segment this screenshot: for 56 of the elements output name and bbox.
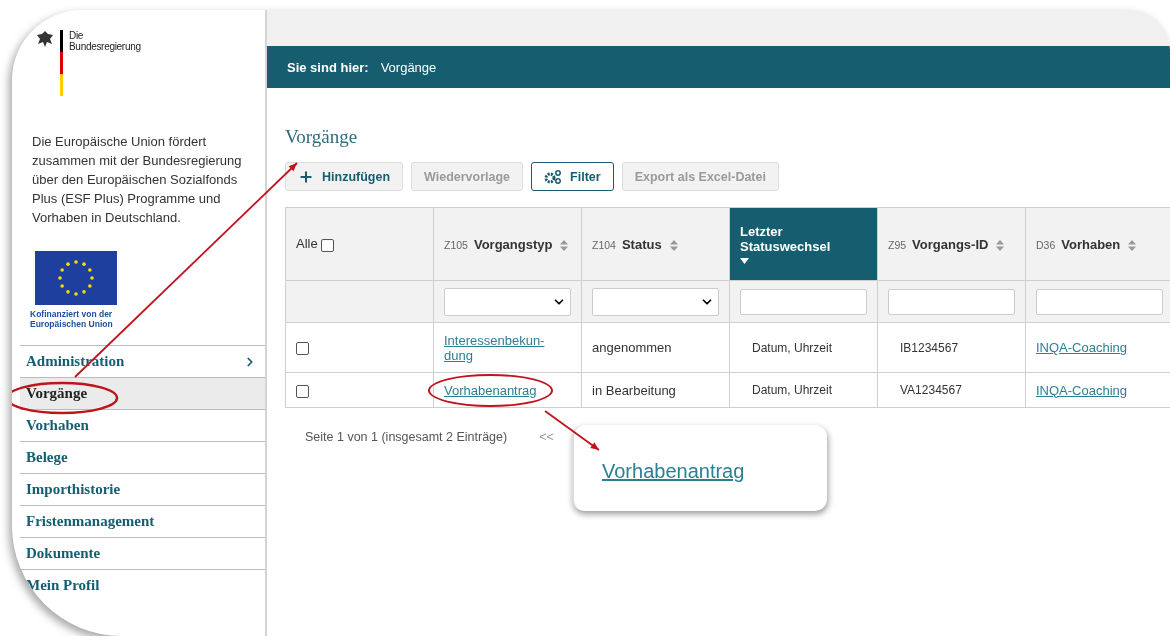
logo-text: Die Bundesregierung bbox=[69, 30, 141, 52]
table-cell-text: IB1234567 bbox=[900, 340, 959, 355]
filter-select[interactable] bbox=[592, 287, 719, 316]
callout-link[interactable]: Vorhabenantrag bbox=[602, 453, 745, 483]
column-header[interactable]: Z105 Vorgangstyp bbox=[433, 207, 582, 281]
eu-flag-icon bbox=[35, 251, 117, 305]
toolbar-button[interactable]: Filter bbox=[531, 162, 614, 191]
sort-icon bbox=[1128, 239, 1137, 251]
nav-item[interactable]: Vorhaben bbox=[20, 409, 265, 441]
column-header[interactable]: Letzter Statuswechsel bbox=[729, 207, 878, 281]
table-cell-text: in Bearbeitung bbox=[592, 382, 676, 398]
gears-icon bbox=[544, 169, 563, 184]
column-label: Status bbox=[621, 236, 662, 252]
plus-icon bbox=[298, 168, 314, 185]
breadcrumb-current: Vorgänge bbox=[380, 59, 437, 75]
column-label: Vorhaben bbox=[1061, 236, 1121, 252]
column-code: Z105 bbox=[444, 238, 468, 251]
column-label: Vorgangs-ID bbox=[912, 236, 989, 252]
nav-item[interactable]: Mein Profil bbox=[20, 569, 265, 601]
flag-stripe bbox=[60, 30, 63, 96]
sort-icon bbox=[560, 239, 569, 251]
checkbox[interactable] bbox=[296, 342, 309, 356]
column-label: Letzter Statuswechsel bbox=[740, 224, 831, 254]
breadcrumb-label: Sie sind hier: bbox=[287, 59, 369, 75]
page-title: Vorgänge bbox=[285, 126, 359, 148]
select-all-label: Alle bbox=[296, 236, 318, 252]
nav-item[interactable]: Belege bbox=[20, 441, 265, 473]
column-code: D36 bbox=[1036, 238, 1056, 251]
intro-text: Die Europäische Union fördert zusammen mit der Bundesregierung über den Europäischen Sozialfonds Plus (ESF Plus) Programme und Vorhaben in Deutschland. bbox=[32, 133, 243, 227]
filter-field[interactable] bbox=[740, 288, 867, 315]
nav-item[interactable]: Fristenmanagement bbox=[20, 505, 265, 537]
column-header[interactable]: D36 Vorhaben bbox=[1025, 207, 1170, 281]
filter-select[interactable] bbox=[444, 287, 571, 316]
column-code: Z104 bbox=[592, 238, 616, 251]
checkbox[interactable] bbox=[296, 384, 309, 398]
column-label: Vorgangstyp bbox=[473, 236, 553, 252]
table-cell-text: angenommen bbox=[592, 340, 672, 355]
nav-item[interactable]: Importhistorie bbox=[20, 473, 265, 505]
sort-icon bbox=[996, 239, 1005, 251]
table-cell-text: VA1234567 bbox=[900, 383, 962, 397]
toolbar-button[interactable]: Hinzufügen bbox=[285, 162, 404, 191]
table-cell-text: Datum, Uhrzeit bbox=[752, 340, 833, 355]
column-code: Z95 bbox=[888, 238, 907, 251]
eu-caption: Kofinanziert von der Europäischen Union bbox=[30, 309, 114, 329]
pagination-summary: Seite 1 von 1 (insgesamt 2 Einträge) bbox=[305, 430, 508, 444]
nav-item[interactable]: Dokumente bbox=[20, 537, 265, 569]
checkbox[interactable] bbox=[321, 238, 335, 252]
table-link[interactable]: INQA-Coaching bbox=[1036, 340, 1128, 355]
filter-field[interactable] bbox=[888, 288, 1015, 315]
sort-down-icon bbox=[740, 258, 749, 264]
sort-icon bbox=[669, 239, 678, 251]
table-cell-text: Datum, Uhrzeit bbox=[752, 383, 833, 397]
column-header[interactable]: Z95 Vorgangs-ID bbox=[877, 207, 1026, 281]
filter-field[interactable] bbox=[1036, 288, 1163, 315]
nav-item[interactable]: Vorgänge bbox=[20, 377, 265, 409]
column-header[interactable]: Z104 Status bbox=[581, 207, 730, 281]
